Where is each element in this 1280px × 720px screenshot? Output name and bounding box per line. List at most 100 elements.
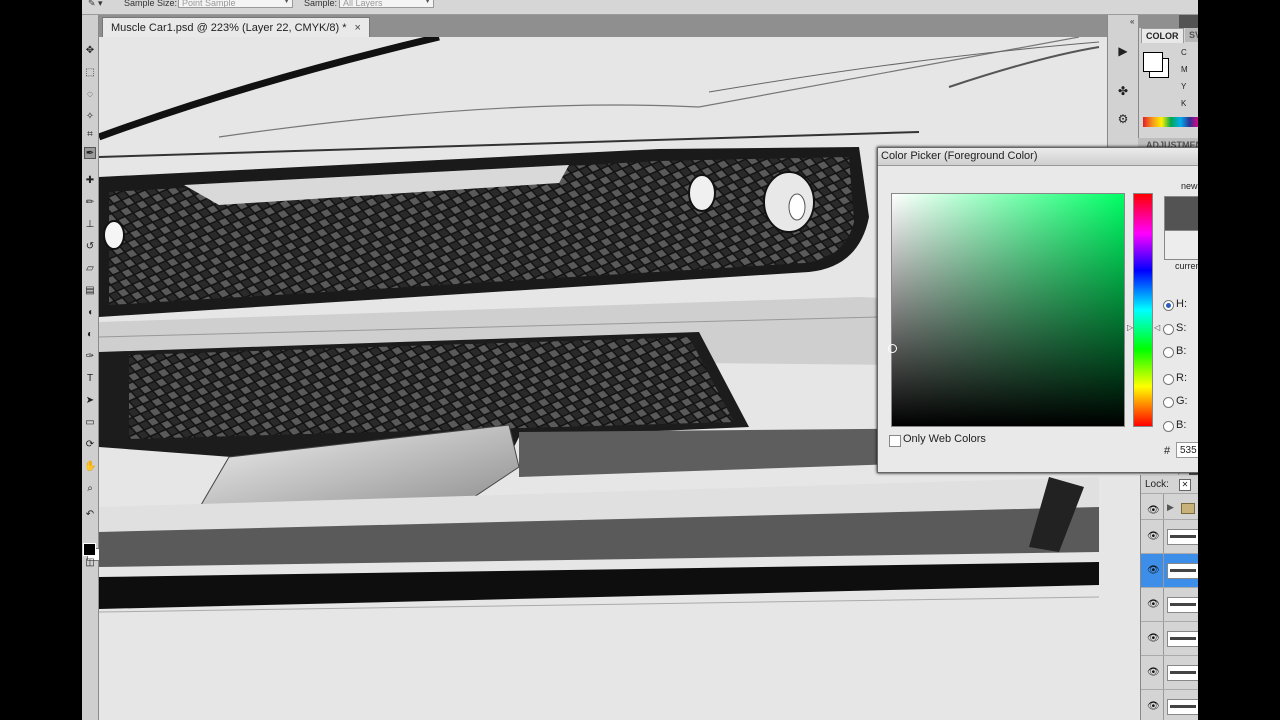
divider [1163, 588, 1164, 622]
current-color-label: current [1175, 261, 1198, 271]
quick-mask-icon[interactable]: ◫ [84, 557, 96, 569]
radio-hue[interactable] [1163, 300, 1174, 311]
channel-m-label: M [1181, 65, 1188, 74]
play-icon[interactable]: ▶ [1115, 43, 1131, 59]
close-icon[interactable]: × [355, 22, 361, 34]
hand-tool-icon[interactable]: ✋ [84, 461, 96, 473]
layer-row[interactable]: 👁 [1141, 587, 1198, 622]
left-letterbox [0, 0, 82, 720]
type-tool-icon[interactable]: T [84, 373, 96, 385]
eye-icon[interactable]: 👁 [1147, 667, 1160, 678]
gradient-tool-icon[interactable]: ▤ [84, 285, 96, 297]
marquee-tool-icon[interactable]: ⬚ [84, 67, 96, 79]
layer-row[interactable]: 👁 [1141, 689, 1198, 720]
divider [1163, 656, 1164, 690]
layer-thumbnail [1167, 631, 1198, 647]
layer-thumbnail [1167, 699, 1198, 715]
red-label: R: [1176, 372, 1187, 384]
color-panel: COLOR SV C M Y K [1138, 28, 1198, 138]
sample-label: Sample: [304, 0, 338, 8]
layer-thumbnail [1167, 529, 1198, 545]
saturation-brightness-field[interactable] [888, 193, 1125, 427]
document-tab-title: Muscle Car1.psd @ 223% (Layer 22, CMYK/8… [111, 22, 347, 34]
radio-red[interactable] [1163, 374, 1174, 385]
expand-triangle-icon[interactable]: ▶ [1167, 502, 1174, 513]
lasso-tool-icon[interactable]: ◌ [84, 89, 96, 101]
clone-stamp-tool-icon[interactable]: ⊥ [84, 219, 96, 231]
color-field-marker[interactable] [888, 344, 897, 353]
eye-icon[interactable]: 👁 [1147, 531, 1160, 542]
tab-color[interactable]: COLOR [1141, 28, 1184, 43]
channel-k-label: K [1181, 99, 1187, 108]
zoom-tool-icon[interactable]: ⌕ [84, 483, 96, 495]
lock-transparency-checkbox[interactable]: ✕ [1179, 479, 1191, 491]
new-color-preview [1164, 196, 1198, 231]
hue-slider-right-arrow-icon[interactable]: ◁ [1154, 323, 1160, 332]
tool-preset-icon[interactable]: ✎ ▾ [88, 0, 103, 9]
layer-row[interactable]: 👁 [1141, 519, 1198, 554]
current-color-preview[interactable] [1164, 230, 1198, 260]
new-color-label: new [1181, 181, 1198, 191]
sample-select[interactable]: All Layers ▼ [339, 0, 434, 8]
eye-icon[interactable]: 👁 [1147, 565, 1160, 576]
foreground-color-swatch[interactable] [83, 543, 96, 556]
layer-thumbnail [1167, 563, 1198, 579]
divider [1163, 622, 1164, 656]
layer-row-selected[interactable]: 👁 [1141, 553, 1198, 588]
layer-row[interactable]: 👁 [1141, 621, 1198, 656]
panel-foreground-swatch[interactable] [1143, 52, 1163, 72]
radio-saturation[interactable] [1163, 324, 1174, 335]
color-ramp[interactable] [1143, 117, 1198, 127]
blue-label: B: [1176, 419, 1187, 431]
options-bar: ✎ ▾ Sample Size: Point Sample ▼ Sample: … [82, 0, 1198, 15]
healing-brush-tool-icon[interactable]: ✚ [84, 175, 96, 187]
brightness-label: B: [1176, 345, 1187, 357]
eye-icon[interactable]: 👁 [1147, 701, 1160, 712]
only-web-colors-label: Only Web Colors [903, 433, 986, 445]
brush-settings-icon[interactable]: ✤ [1115, 83, 1131, 99]
color-picker-dialog: Color Picker (Foreground Color) ▷ ◁ new … [877, 147, 1198, 473]
layer-thumbnail [1167, 597, 1198, 613]
sample-size-value: Point Sample [182, 0, 236, 8]
tab-swatches[interactable]: SV [1185, 28, 1198, 42]
only-web-colors-checkbox[interactable] [889, 435, 901, 447]
swap-colors-icon[interactable]: ↶ [84, 509, 96, 521]
eye-icon[interactable]: 👁 [1147, 633, 1160, 644]
divider [1163, 520, 1164, 554]
blur-tool-icon[interactable]: ◖ [84, 307, 96, 319]
chevron-down-icon: ▼ [424, 0, 431, 5]
eyedropper-tool-icon[interactable]: ✒ [84, 147, 96, 159]
double-chevron-icon[interactable]: « [1130, 17, 1134, 26]
path-selection-tool-icon[interactable]: ➤ [84, 395, 96, 407]
3d-rotate-tool-icon[interactable]: ⟳ [84, 439, 96, 451]
chevron-down-icon: ▼ [283, 0, 290, 5]
document-tab[interactable]: Muscle Car1.psd @ 223% (Layer 22, CMYK/8… [102, 17, 370, 37]
document-tab-bar: Muscle Car1.psd @ 223% (Layer 22, CMYK/8… [99, 15, 1179, 37]
radio-green[interactable] [1163, 397, 1174, 408]
shape-tool-icon[interactable]: ▭ [84, 417, 96, 429]
clone-source-icon[interactable]: ⚙ [1115, 111, 1131, 127]
quick-select-tool-icon[interactable]: ✧ [84, 111, 96, 123]
photoshop-window: ✎ ▾ Sample Size: Point Sample ▼ Sample: … [82, 0, 1198, 720]
right-letterbox [1198, 0, 1280, 720]
eraser-tool-icon[interactable]: ▱ [84, 263, 96, 275]
channel-y-label: Y [1181, 82, 1187, 91]
dodge-tool-icon[interactable]: ◐ [84, 329, 96, 341]
lock-label: Lock: [1145, 479, 1169, 490]
saturation-label: S: [1176, 322, 1187, 334]
dialog-title[interactable]: Color Picker (Foreground Color) [878, 148, 1198, 166]
move-tool-icon[interactable]: ✥ [84, 45, 96, 57]
radio-brightness[interactable] [1163, 347, 1174, 358]
pen-tool-icon[interactable]: ✑ [84, 351, 96, 363]
hue-slider[interactable] [1133, 193, 1153, 427]
sample-value: All Layers [343, 0, 383, 8]
brush-tool-icon[interactable]: ✏ [84, 197, 96, 209]
sample-size-select[interactable]: Point Sample ▼ [178, 0, 293, 8]
eye-icon[interactable]: 👁 [1147, 599, 1160, 610]
crop-tool-icon[interactable]: ⌗ [84, 129, 96, 141]
layer-row[interactable]: 👁 [1141, 655, 1198, 690]
hex-input[interactable]: 535 [1176, 442, 1198, 458]
eye-icon[interactable]: 👁 [1147, 505, 1160, 516]
radio-blue[interactable] [1163, 421, 1174, 432]
history-brush-tool-icon[interactable]: ↺ [84, 241, 96, 253]
